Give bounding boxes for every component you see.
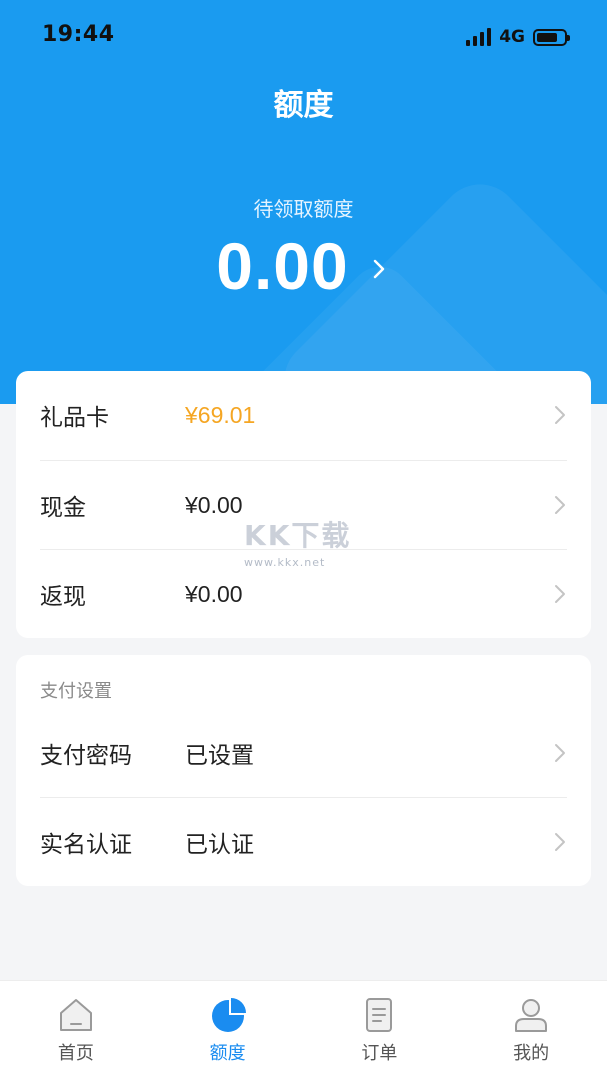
tab-orders[interactable]: 订单 <box>304 981 456 1080</box>
tab-me[interactable]: 我的 <box>455 981 607 1080</box>
tab-home[interactable]: 首页 <box>0 981 152 1080</box>
balance-label: 现金 <box>40 495 86 521</box>
real-name-verification-row[interactable]: 实名认证 已认证 <box>40 798 567 886</box>
tab-label: 我的 <box>513 1043 550 1064</box>
tab-label: 额度 <box>209 1043 246 1064</box>
balance-row-cash[interactable]: 现金 ¥0.00 <box>40 461 567 549</box>
chevron-right-icon <box>373 259 384 279</box>
home-icon <box>59 999 92 1031</box>
chevron-right-icon <box>555 496 565 514</box>
setting-label: 实名认证 <box>40 832 132 858</box>
payment-password-row[interactable]: 支付密码 已设置 <box>40 709 567 797</box>
network-type: 4G <box>499 27 525 47</box>
person-icon <box>515 999 548 1032</box>
section-title: 支付设置 <box>40 681 112 702</box>
header-banner: 19:44 4G 额度 待领取额度 0.00 <box>0 0 607 404</box>
pending-quota-amount: 0.00 <box>216 229 349 303</box>
tab-label: 订单 <box>361 1043 398 1064</box>
balances-card: 礼品卡 ¥69.01 现金 ¥0.00 返现 ¥0.00 <box>16 371 591 638</box>
document-icon <box>366 998 393 1032</box>
chevron-right-icon <box>555 406 565 424</box>
quota-screen: 19:44 4G 额度 待领取额度 0.00 礼品卡 ¥69.01 现金 ¥0.… <box>0 0 607 1080</box>
status-bar: 19:44 4G <box>0 0 607 76</box>
pie-chart-icon <box>211 998 246 1032</box>
setting-value: 已设置 <box>185 743 254 769</box>
balance-label: 返现 <box>40 584 86 610</box>
page-title: 额度 <box>273 88 334 123</box>
status-indicators: 4G <box>466 26 570 48</box>
payment-settings-card: 支付设置 支付密码 已设置 实名认证 已认证 <box>16 655 591 886</box>
balance-row-cashback[interactable]: 返现 ¥0.00 <box>40 550 567 638</box>
balance-value: ¥0.00 <box>185 491 243 518</box>
balance-row-gift-card[interactable]: 礼品卡 ¥69.01 <box>40 371 567 459</box>
tab-label: 首页 <box>57 1043 94 1064</box>
chevron-right-icon <box>555 744 565 762</box>
battery-icon <box>533 28 570 46</box>
tab-quota[interactable]: 额度 <box>152 981 304 1080</box>
chevron-right-icon <box>555 833 565 851</box>
balance-value: ¥0.00 <box>185 580 243 607</box>
chevron-right-icon <box>555 585 565 603</box>
setting-label: 支付密码 <box>40 743 132 769</box>
pending-quota-label: 待领取额度 <box>253 197 354 221</box>
setting-value: 已认证 <box>185 832 254 858</box>
balance-label: 礼品卡 <box>40 405 109 431</box>
tab-bar: 首页 额度 订单 我的 <box>0 980 607 1080</box>
balance-value: ¥69.01 <box>185 401 256 428</box>
signal-icon <box>466 28 492 46</box>
status-time: 19:44 <box>42 22 115 47</box>
pending-quota-link[interactable]: 0.00 <box>0 226 607 306</box>
